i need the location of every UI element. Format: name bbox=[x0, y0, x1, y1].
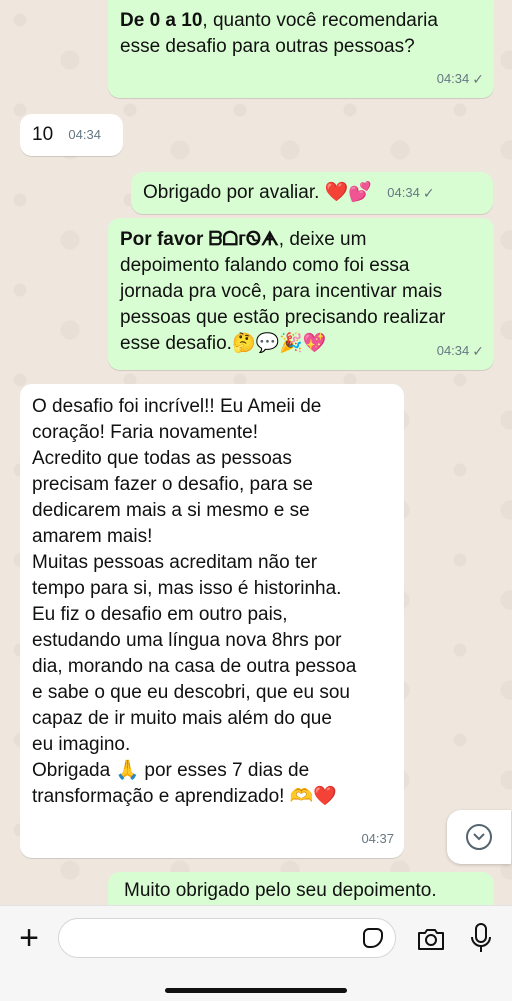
message-text: De 0 a 10, quanto você recomendaria esse… bbox=[120, 10, 438, 57]
read-check-icon: ✓ bbox=[472, 71, 484, 87]
message-meta: 04:34 ✓ bbox=[437, 66, 484, 92]
home-indicator bbox=[165, 988, 347, 993]
message-meta: 04:34 ✓ bbox=[437, 338, 484, 364]
message-meta: 04:37 bbox=[361, 826, 394, 852]
message-bubble-outgoing[interactable]: Muito obrigado pelo seu depoimento. bbox=[108, 872, 494, 905]
message-time: 04:34 bbox=[436, 343, 470, 358]
message-text: Obrigado por avaliar. ❤️💕 bbox=[143, 182, 372, 204]
message-meta: 04:34 bbox=[68, 122, 101, 148]
message-text: Por favor ᗷᗝᴦᏫᗗ, deixe um depoimento fal… bbox=[120, 229, 446, 354]
camera-icon[interactable] bbox=[416, 926, 446, 952]
sticker-icon[interactable] bbox=[363, 928, 383, 948]
message-time: 04:34 bbox=[436, 71, 470, 86]
message-text: Muito obrigado pelo seu depoimento. bbox=[124, 880, 437, 901]
scroll-to-bottom-button[interactable] bbox=[447, 810, 511, 864]
message-input[interactable] bbox=[58, 918, 396, 958]
message-text: 10 bbox=[32, 124, 54, 146]
input-bar: + bbox=[0, 905, 512, 1001]
message-bubble-incoming[interactable]: 10 04:34 bbox=[20, 114, 123, 156]
message-text: O desafio foi incrível!! Eu Ameii de cor… bbox=[32, 396, 357, 807]
chat-area[interactable]: De 0 a 10, quanto você recomendaria esse… bbox=[0, 0, 512, 905]
read-check-icon: ✓ bbox=[422, 185, 435, 201]
chevron-down-icon bbox=[466, 824, 492, 850]
message-bubble-outgoing[interactable]: De 0 a 10, quanto você recomendaria esse… bbox=[108, 0, 494, 98]
message-time: 04:34 bbox=[387, 185, 420, 200]
message-bubble-incoming[interactable]: O desafio foi incrível!! Eu Ameii de cor… bbox=[20, 384, 404, 858]
read-check-icon: ✓ bbox=[472, 343, 484, 359]
message-bubble-outgoing[interactable]: Por favor ᗷᗝᴦᏫᗗ, deixe um depoimento fal… bbox=[108, 218, 494, 370]
message-time: 04:34 bbox=[68, 127, 101, 142]
message-bubble-outgoing[interactable]: Obrigado por avaliar. ❤️💕 04:34 ✓ bbox=[131, 172, 493, 214]
plus-icon[interactable]: + bbox=[14, 921, 44, 955]
microphone-icon[interactable] bbox=[470, 922, 492, 954]
message-meta: 04:34 ✓ bbox=[387, 180, 434, 206]
message-time: 04:37 bbox=[361, 831, 394, 846]
